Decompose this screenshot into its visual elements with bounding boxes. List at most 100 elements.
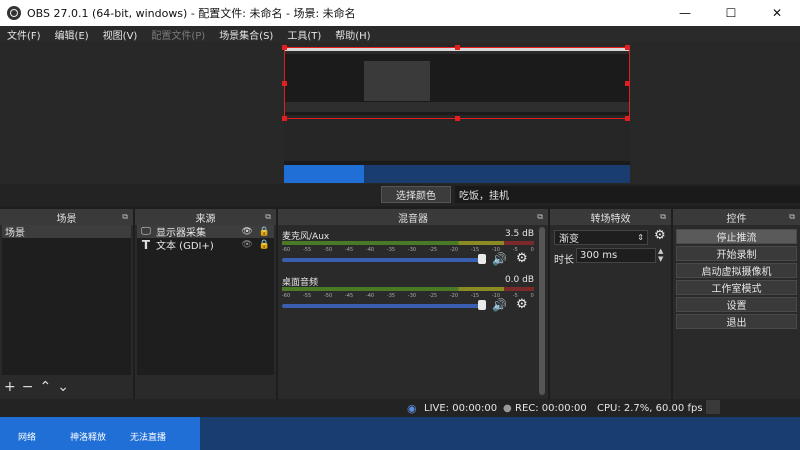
- captured-taskbar-right: [364, 165, 630, 183]
- transitions-dock: 转场特效 ⧉ 渐变 ⇕ ⚙ 时长 300 ms ▲ ▼: [550, 209, 671, 399]
- undock-icon[interactable]: ⧉: [265, 212, 271, 222]
- controls-header: 控件 ⧉: [673, 209, 800, 225]
- close-button[interactable]: ✕: [754, 0, 800, 26]
- resize-handle-tr[interactable]: [625, 45, 630, 50]
- virtual-camera-button[interactable]: 启动虚拟摄像机: [676, 263, 797, 278]
- title-bar: OBS 27.0.1 (64-bit, windows) - 配置文件: 未命名…: [0, 0, 800, 26]
- speaker-icon[interactable]: 🔊: [492, 252, 507, 266]
- menu-file[interactable]: 文件(F): [0, 27, 48, 42]
- taskbar-item[interactable]: 神洛释放: [70, 430, 106, 443]
- move-down-icon[interactable]: ⌄: [57, 379, 69, 395]
- duration-input[interactable]: 300 ms: [576, 248, 656, 263]
- minimize-button[interactable]: —: [662, 0, 708, 26]
- move-up-icon[interactable]: ⌃: [39, 379, 51, 395]
- maximize-button[interactable]: ☐: [708, 0, 754, 26]
- source-item[interactable]: T 文本 (GDI+) 👁 🔒: [137, 237, 274, 253]
- gear-icon[interactable]: ⚙: [516, 297, 528, 312]
- taskbar-item[interactable]: 无法直播: [130, 430, 166, 443]
- volume-meter: [282, 287, 534, 291]
- live-icon: ◉: [407, 401, 417, 415]
- transitions-title: 转场特效: [590, 213, 631, 225]
- channel-db: 0.0 dB: [504, 275, 534, 285]
- scenes-title: 场景: [56, 213, 77, 225]
- resize-handle-mr[interactable]: [625, 81, 630, 86]
- scenes-header: 场景 ⧉: [0, 209, 133, 225]
- selection-box[interactable]: [284, 47, 630, 119]
- mixer-title: 混音器: [398, 213, 428, 225]
- text-icon: T: [141, 237, 151, 252]
- undock-icon[interactable]: ⧉: [789, 212, 795, 222]
- undock-icon[interactable]: ⧉: [537, 212, 543, 222]
- undock-icon[interactable]: ⧉: [660, 212, 666, 222]
- mixer-header: 混音器 ⧉: [278, 209, 548, 225]
- resize-handle-bm[interactable]: [455, 116, 460, 121]
- updown-icon: ⇕: [637, 233, 644, 242]
- volume-slider-handle[interactable]: [478, 254, 486, 264]
- volume-meter: [282, 241, 534, 245]
- captured-docks: [284, 115, 630, 161]
- gear-icon[interactable]: ⚙: [654, 228, 666, 243]
- channel-db: 3.5 dB: [504, 229, 534, 239]
- mixer-scrollbar[interactable]: [539, 227, 545, 395]
- gear-icon[interactable]: ⚙: [516, 251, 528, 266]
- transition-value: 渐变: [559, 234, 579, 245]
- monitor-icon: 🖵: [141, 226, 151, 237]
- volume-slider[interactable]: [282, 304, 482, 308]
- sources-title: 来源: [195, 213, 216, 225]
- speaker-icon[interactable]: 🔊: [492, 298, 507, 312]
- resize-handle-tl[interactable]: [282, 45, 287, 50]
- source-name: 文本 (GDI+): [156, 241, 214, 252]
- volume-slider-handle[interactable]: [478, 300, 486, 310]
- settings-button[interactable]: 设置: [676, 297, 797, 312]
- scene-item[interactable]: 场景: [2, 225, 131, 239]
- resize-handle-ml[interactable]: [282, 81, 287, 86]
- menu-edit[interactable]: 编辑(E): [48, 27, 96, 42]
- lock-icon[interactable]: 🔒: [259, 227, 270, 237]
- transition-select[interactable]: 渐变 ⇕: [554, 230, 648, 245]
- eye-icon[interactable]: 👁: [241, 227, 252, 237]
- stop-streaming-button[interactable]: 停止推流: [676, 229, 797, 244]
- sources-list[interactable]: 🖵 显示器采集 👁 🔒 T 文本 (GDI+) 👁 🔒: [137, 225, 274, 375]
- menu-bar: 文件(F) 编辑(E) 视图(V) 配置文件(P) 场景集合(S) 工具(T) …: [0, 26, 800, 42]
- transitions-header: 转场特效 ⧉: [550, 209, 671, 225]
- eye-hidden-icon[interactable]: 👁: [241, 240, 252, 250]
- resize-handle-tm[interactable]: [455, 45, 460, 50]
- duration-label: 时长: [554, 255, 574, 266]
- controls-dock: 控件 ⧉ 停止推流 开始录制 启动虚拟摄像机 工作室模式 设置 退出: [673, 209, 800, 399]
- exit-button[interactable]: 退出: [676, 314, 797, 329]
- mixer-dock: 混音器 ⧉ 麦克风/Aux 3.5 dB -60 -55 -50 -45 -40 -35-…: [278, 209, 548, 399]
- lock-icon[interactable]: 🔒: [259, 240, 270, 250]
- menu-view[interactable]: 视图(V): [96, 27, 145, 42]
- studio-mode-button[interactable]: 工作室模式: [676, 280, 797, 295]
- scenes-toolbar: + − ⌃ ⌄: [4, 377, 69, 397]
- volume-slider[interactable]: [282, 258, 482, 262]
- pick-color-button[interactable]: 选择颜色: [381, 186, 451, 203]
- sources-header: 来源 ⧉: [135, 209, 276, 225]
- live-time: LIVE: 00:00:00: [424, 402, 498, 414]
- resize-handle-br[interactable]: [625, 116, 630, 121]
- text-source-input[interactable]: 吃饭，挂机: [455, 186, 800, 203]
- remove-scene-icon[interactable]: −: [22, 379, 34, 395]
- undock-icon[interactable]: ⧉: [122, 212, 128, 222]
- cpu-status: CPU: 2.7%, 60.00 fps: [597, 402, 703, 414]
- mixer-channel-mic: 麦克风/Aux 3.5 dB -60 -55 -50 -45 -40 -35 -30 -25-…: [282, 229, 534, 269]
- menu-help[interactable]: 帮助(H): [328, 27, 377, 42]
- captured-taskbar: [284, 165, 364, 183]
- menu-scene-collection[interactable]: 场景集合(S): [212, 27, 280, 42]
- sources-dock: 来源 ⧉ 🖵 显示器采集 👁 🔒 T 文本 (GDI+) 👁 🔒: [135, 209, 276, 399]
- status-indicator: [706, 400, 720, 414]
- scenes-list[interactable]: 场景: [2, 225, 131, 375]
- duration-stepper[interactable]: ▲ ▼: [658, 247, 663, 263]
- mixer-channel-desktop: 桌面音频 0.0 dB -60 -55 -50 -45 -40 -35 -30 -25 -20-…: [282, 275, 534, 315]
- menu-tools[interactable]: 工具(T): [280, 27, 328, 42]
- start-recording-button[interactable]: 开始录制: [676, 246, 797, 261]
- rec-time: REC: 00:00:00: [515, 402, 587, 414]
- scenes-dock: 场景 ⧉ 场景 + − ⌃ ⌄: [0, 209, 133, 399]
- add-scene-icon[interactable]: +: [4, 379, 16, 395]
- resize-handle-bl[interactable]: [282, 116, 287, 121]
- taskbar-item[interactable]: 网络: [18, 430, 36, 443]
- menu-profile[interactable]: 配置文件(P): [144, 27, 212, 42]
- rec-icon: ●: [503, 402, 512, 414]
- status-bar: ◉ LIVE: 00:00:00 ● REC: 00:00:00 CPU: 2.…: [0, 399, 800, 417]
- controls-title: 控件: [726, 213, 747, 225]
